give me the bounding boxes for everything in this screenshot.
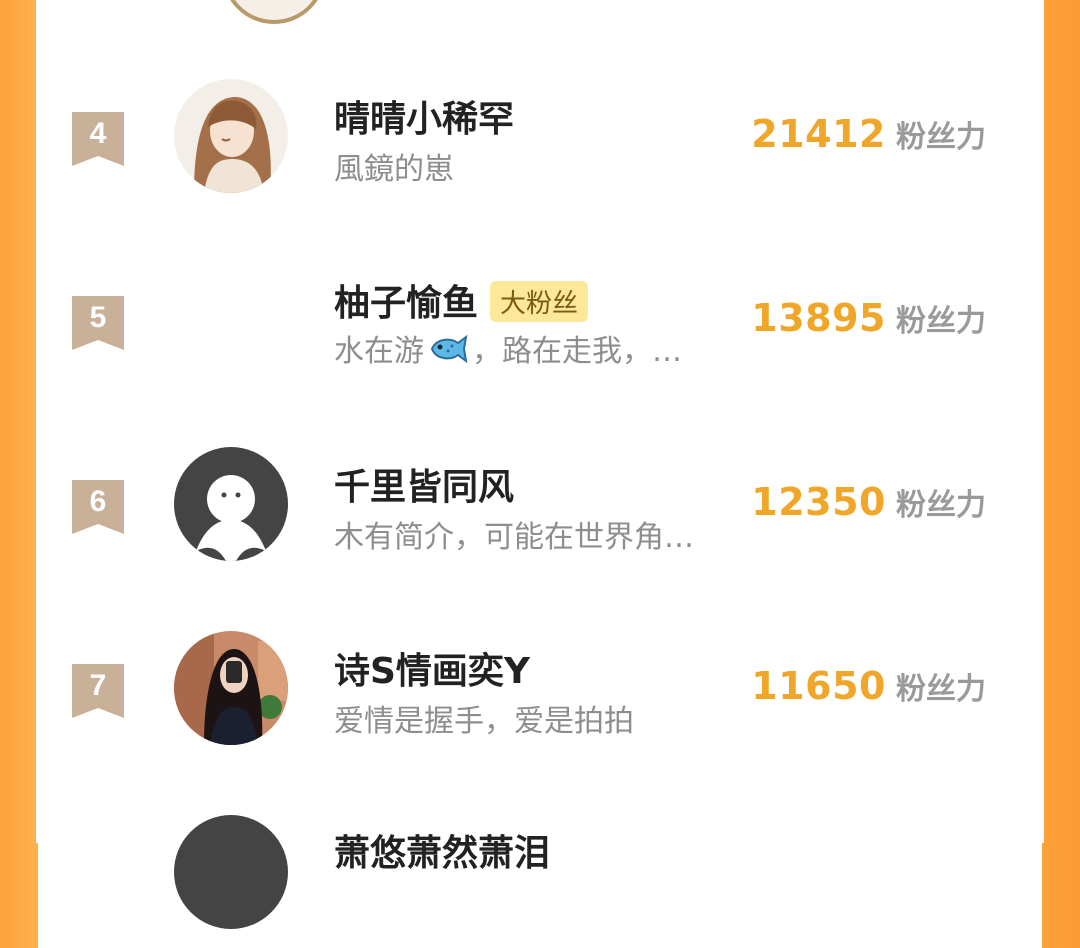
user-bio-part: 水在游 bbox=[334, 334, 424, 369]
fan-power-label: 粉丝力 bbox=[896, 304, 986, 339]
rank-ribbon-icon: 6 bbox=[72, 480, 124, 534]
ranking-row-partial[interactable]: 萧悠萧然萧泪 bbox=[36, 798, 1044, 948]
user-bio: 爱情是握手，爱是拍拍 bbox=[334, 704, 634, 739]
fan-power-value: 21412 bbox=[751, 112, 886, 156]
user-name[interactable]: 诗S情画奕Y bbox=[334, 642, 530, 694]
user-name[interactable]: 萧悠萧然萧泪 bbox=[334, 824, 550, 876]
user-bio: 木有简介，可能在世界角… bbox=[334, 520, 694, 555]
rank-ribbon-icon: 5 bbox=[72, 296, 124, 350]
rank-ribbon-icon: 4 bbox=[72, 112, 124, 166]
ranking-row[interactable]: 7 诗S情画奕Y 爱情是握手，爱是拍拍 11650 粉丝力 bbox=[36, 614, 1044, 764]
user-bio: 水在游 ，路在走我，… bbox=[334, 326, 682, 373]
big-fan-badge: 大粉丝 bbox=[490, 280, 589, 322]
ranking-row[interactable]: 5 柚子愉鱼 大粉丝 水在游 ，路在走我，… 13895 粉丝力 bbox=[36, 246, 1044, 396]
ranking-row[interactable]: 6 千里皆同风 木有简介，可能在世界角… 12350 粉丝力 bbox=[36, 430, 1044, 580]
rank-number: 7 bbox=[89, 669, 107, 702]
fish-emoji-icon bbox=[428, 333, 468, 373]
user-name[interactable]: 晴晴小稀罕 bbox=[334, 90, 514, 142]
previous-row-avatar[interactable] bbox=[222, 0, 326, 24]
fan-power-label: 粉丝力 bbox=[896, 672, 986, 707]
user-name[interactable]: 柚子愉鱼 大粉丝 bbox=[334, 274, 589, 326]
selfie-photo-avatar[interactable] bbox=[174, 631, 288, 745]
ranking-card: 4 晴晴小稀罕 風鏡的崽 21412 粉丝力 5 柚子愉鱼 大粉丝 水在游 ，路… bbox=[36, 0, 1044, 929]
rank-ribbon-icon: 7 bbox=[72, 664, 124, 718]
fan-power: 12350 粉丝力 bbox=[751, 480, 986, 524]
ranking-row[interactable]: 4 晴晴小稀罕 風鏡的崽 21412 粉丝力 bbox=[36, 62, 1044, 212]
user-name[interactable]: 千里皆同风 bbox=[334, 458, 514, 510]
fan-power-value: 11650 bbox=[751, 664, 886, 708]
fan-power-value: 13895 bbox=[751, 296, 886, 340]
user-bio: 風鏡的崽 bbox=[334, 152, 454, 187]
default-ghost-avatar[interactable] bbox=[174, 447, 288, 561]
next-row-avatar[interactable] bbox=[174, 815, 288, 929]
rank-number: 5 bbox=[89, 301, 107, 334]
user-bio-part: ，路在走我，… bbox=[472, 334, 682, 369]
fan-power: 13895 粉丝力 bbox=[751, 296, 986, 340]
fan-power-value: 12350 bbox=[751, 480, 886, 524]
anime-girl-avatar[interactable] bbox=[174, 79, 288, 193]
rank-number: 6 bbox=[89, 485, 107, 518]
rank-number: 4 bbox=[89, 117, 107, 150]
fan-power: 21412 粉丝力 bbox=[751, 112, 986, 156]
fan-power-label: 粉丝力 bbox=[896, 120, 986, 155]
fan-power: 11650 粉丝力 bbox=[751, 664, 986, 708]
user-name-text[interactable]: 柚子愉鱼 bbox=[334, 283, 478, 324]
fan-power-label: 粉丝力 bbox=[896, 488, 986, 523]
blank-avatar[interactable] bbox=[174, 263, 288, 377]
